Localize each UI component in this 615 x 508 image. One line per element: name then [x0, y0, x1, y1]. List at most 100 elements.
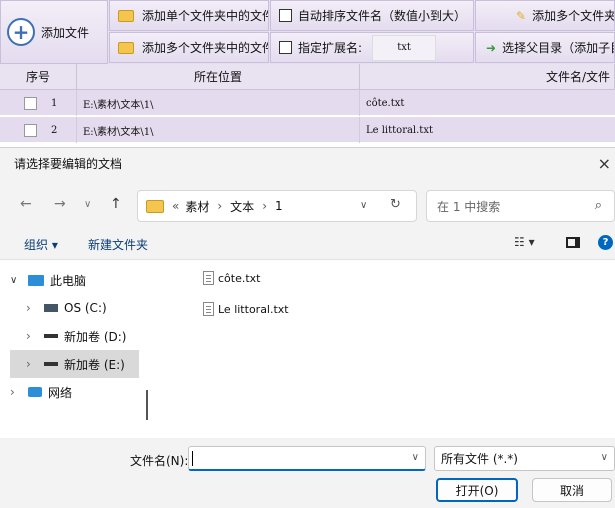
add-file-button[interactable]: + 添加文件 — [0, 0, 108, 64]
row-filename: Le littoral.txt — [366, 124, 433, 136]
new-folder-button[interactable]: 新建文件夹 — [88, 236, 148, 253]
preview-pane-icon[interactable] — [566, 237, 580, 248]
nav-item-e-drive[interactable]: › 新加卷 (E:) — [10, 350, 139, 378]
drive-icon — [44, 304, 58, 312]
nav-label: 网络 — [48, 385, 73, 400]
file-name: côte.txt — [218, 271, 261, 285]
computer-icon — [28, 274, 44, 286]
row-checkbox[interactable] — [24, 123, 37, 137]
text-caret — [192, 451, 193, 466]
dialog-title: 请选择要编辑的文档 — [14, 156, 123, 171]
drive-icon — [44, 334, 58, 338]
list-item[interactable]: Le littoral.txt — [203, 299, 289, 319]
chevron-down-icon[interactable]: ∨ — [360, 200, 367, 211]
address-bar-area: ← → ∨ ↑ « 素材 › 文本 › 1 ∨ ↻ 在 1 中搜索 ⌕ — [0, 178, 615, 226]
add-multi-folder-button[interactable]: 添加多个文件夹中的文件 — [109, 32, 269, 63]
file-type-select[interactable]: 所有文件 (*.*) ∨ — [434, 446, 615, 471]
ext-label: 指定扩展名: — [298, 41, 363, 55]
table-row[interactable]: 1 E:\素材\文本\1\ côte.txt — [0, 90, 615, 116]
row-index: 2 — [51, 124, 58, 136]
nav-label: 此电脑 — [50, 273, 87, 288]
back-arrow-icon[interactable]: ← — [20, 196, 32, 212]
row-index: 1 — [51, 97, 58, 109]
col-header-index[interactable]: 序号 — [0, 64, 77, 90]
breadcrumb-overflow[interactable]: « — [172, 199, 179, 213]
col-header-location[interactable]: 所在位置 — [77, 64, 360, 90]
breadcrumb-separator: › — [217, 199, 223, 213]
nav-item-d-drive[interactable]: › 新加卷 (D:) — [10, 322, 138, 350]
folder-icon — [118, 41, 134, 54]
file-grid: 序号 所在位置 文件名/文件 1 E:\素材\文本\1\ côte.txt 2 … — [0, 64, 615, 150]
file-name: Le littoral.txt — [218, 302, 289, 316]
auto-sort-label: 自动排序文件名（数值小到大） — [298, 9, 467, 23]
col-header-filename[interactable]: 文件名/文件 — [360, 64, 615, 90]
folder-icon — [146, 199, 164, 213]
auto-sort-checkbox[interactable]: 自动排序文件名（数值小到大） — [270, 0, 474, 31]
row-index-cell: 2 — [0, 117, 77, 143]
view-options-icon[interactable]: ☷ ▾ — [514, 235, 535, 249]
chevron-right-icon[interactable]: › — [26, 301, 40, 315]
network-icon — [28, 387, 42, 397]
nav-scrollbar-thumb[interactable] — [146, 390, 148, 420]
plus-icon: + — [7, 18, 35, 46]
forward-arrow-icon[interactable]: → — [54, 196, 66, 212]
breadcrumb-item[interactable]: 素材 — [185, 198, 209, 215]
add-single-folder-label: 添加单个文件夹中的文件 — [142, 9, 269, 23]
checkbox-icon — [279, 9, 292, 22]
open-file-dialog: 请选择要编辑的文档 × ← → ∨ ↑ « 素材 › 文本 › 1 ∨ ↻ 在 … — [0, 147, 615, 508]
add-single-folder-button[interactable]: 添加单个文件夹中的文件 — [109, 0, 269, 31]
breadcrumb-item[interactable]: 1 — [275, 199, 283, 213]
file-type-value: 所有文件 (*.*) — [441, 452, 518, 466]
row-checkbox[interactable] — [24, 96, 37, 110]
search-input[interactable]: 在 1 中搜索 ⌕ — [426, 190, 615, 222]
address-box[interactable]: « 素材 › 文本 › 1 ∨ ↻ — [137, 190, 417, 222]
filename-input[interactable]: ∨ — [188, 446, 426, 471]
row-location: E:\素材\文本\1\ — [77, 90, 360, 116]
breadcrumb-item[interactable]: 文本 — [230, 198, 254, 215]
search-placeholder: 在 1 中搜索 — [437, 199, 501, 214]
chevron-down-icon[interactable]: ∨ — [412, 452, 419, 463]
organize-menu[interactable]: 组织 ▾ — [24, 236, 58, 253]
cancel-button[interactable]: 取消 — [532, 478, 612, 502]
ext-checkbox[interactable] — [279, 41, 292, 54]
toolbar: + 添加文件 添加单个文件夹中的文件 添加多个文件夹中的文件 自动排序文件名（数… — [0, 0, 615, 64]
folder-icon — [118, 9, 134, 22]
nav-item-network[interactable]: › 网络 — [10, 378, 138, 406]
open-button[interactable]: 打开(O) — [436, 478, 518, 502]
list-item[interactable]: côte.txt — [203, 268, 261, 288]
dialog-footer: 文件名(N): ∨ 所有文件 (*.*) ∨ 打开(O) 取消 — [0, 438, 615, 508]
close-icon[interactable]: × — [598, 154, 611, 173]
row-index-cell: 1 — [0, 90, 77, 116]
chevron-right-icon[interactable]: › — [26, 357, 40, 371]
command-bar: 组织 ▾ 新建文件夹 ☷ ▾ ? — [0, 226, 615, 260]
nav-item-this-pc[interactable]: ∨ 此电脑 — [10, 266, 138, 294]
table-row[interactable]: 2 E:\素材\文本\1\ Le littoral.txt — [0, 117, 615, 143]
add-multi-folder-label: 添加多个文件夹中的文件 — [142, 41, 269, 55]
parent-folder-icon: ➜ — [486, 40, 497, 55]
nav-label: 新加卷 (D:) — [64, 329, 127, 344]
nav-label: OS (C:) — [64, 301, 107, 315]
nav-label: 新加卷 (E:) — [64, 357, 125, 372]
ext-input[interactable]: txt — [372, 34, 437, 61]
filename-label: 文件名(N): — [130, 454, 189, 468]
chevron-right-icon[interactable]: › — [10, 385, 24, 399]
chevron-down-icon: ∨ — [600, 452, 608, 463]
select-parent-label: 选择父目录（添加子目 — [502, 41, 615, 55]
text-file-icon — [203, 302, 214, 316]
breadcrumb-separator: › — [262, 199, 267, 213]
chevron-down-icon[interactable]: ∨ — [10, 275, 24, 286]
recent-chevron-icon[interactable]: ∨ — [84, 199, 91, 210]
refresh-icon[interactable]: ↻ — [390, 197, 401, 212]
up-arrow-icon[interactable]: ↑ — [110, 196, 122, 212]
ext-filter-group: 指定扩展名: txt — [270, 32, 474, 63]
search-icon: ⌕ — [594, 198, 602, 213]
chevron-right-icon[interactable]: › — [26, 329, 40, 343]
drive-icon — [44, 362, 58, 366]
wand-icon: ✎ — [516, 8, 527, 23]
select-parent-button[interactable]: ➜ 选择父目录（添加子目 — [475, 32, 615, 63]
nav-item-c-drive[interactable]: › OS (C:) — [10, 294, 138, 322]
help-icon[interactable]: ? — [598, 235, 613, 250]
dialog-titlebar: 请选择要编辑的文档 × — [0, 148, 615, 178]
add-multi-files-button[interactable]: ✎ 添加多个文件夹 — [475, 0, 615, 31]
row-location: E:\素材\文本\1\ — [77, 117, 360, 143]
